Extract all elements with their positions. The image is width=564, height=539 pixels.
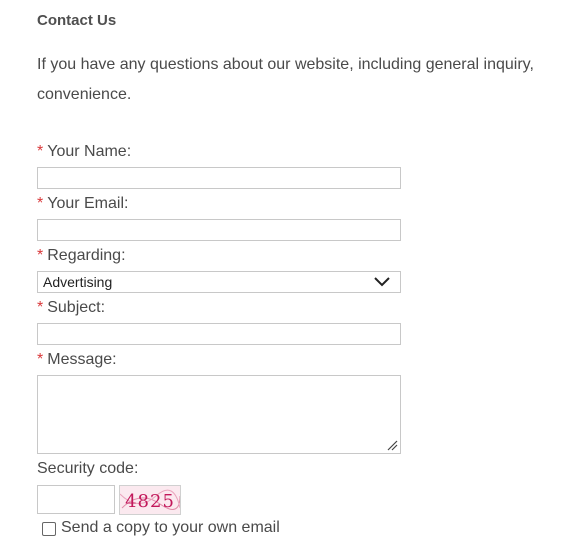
captcha-image: 4825 xyxy=(119,485,181,515)
email-label-text: Your Email: xyxy=(47,195,129,212)
email-label: * Your Email: xyxy=(37,195,128,213)
subject-label: * Subject: xyxy=(37,299,105,317)
email-input[interactable] xyxy=(37,219,401,241)
security-code-input[interactable] xyxy=(37,485,115,514)
required-marker: * xyxy=(37,351,44,368)
name-label: * Your Name: xyxy=(37,143,131,161)
regarding-select[interactable]: Advertising xyxy=(37,271,401,293)
message-label: * Message: xyxy=(37,351,117,369)
chevron-down-icon xyxy=(374,277,390,287)
intro-text: If you have any questions about our webs… xyxy=(37,50,564,110)
name-label-text: Your Name: xyxy=(47,143,132,160)
required-marker: * xyxy=(37,195,44,212)
intro-line-1: If you have any questions about our webs… xyxy=(37,56,534,73)
subject-label-text: Subject: xyxy=(47,299,106,316)
name-input[interactable] xyxy=(37,167,401,189)
captcha-text: 4825 xyxy=(125,491,175,512)
resize-grip-icon[interactable] xyxy=(386,439,398,451)
message-label-text: Message: xyxy=(47,351,117,368)
required-marker: * xyxy=(37,143,44,160)
page-title: Contact Us xyxy=(37,12,117,29)
intro-line-2: convenience. xyxy=(37,86,132,103)
security-code-label: Security code: xyxy=(37,460,139,477)
subject-input[interactable] xyxy=(37,323,401,345)
message-textarea[interactable] xyxy=(37,375,401,454)
required-marker: * xyxy=(37,299,44,316)
required-marker: * xyxy=(37,247,44,264)
regarding-label-text: Regarding: xyxy=(47,247,126,264)
send-copy-label[interactable]: Send a copy to your own email xyxy=(61,519,280,537)
send-copy-checkbox[interactable] xyxy=(42,522,56,536)
regarding-select-value: Advertising xyxy=(43,274,113,290)
regarding-label: * Regarding: xyxy=(37,247,126,265)
